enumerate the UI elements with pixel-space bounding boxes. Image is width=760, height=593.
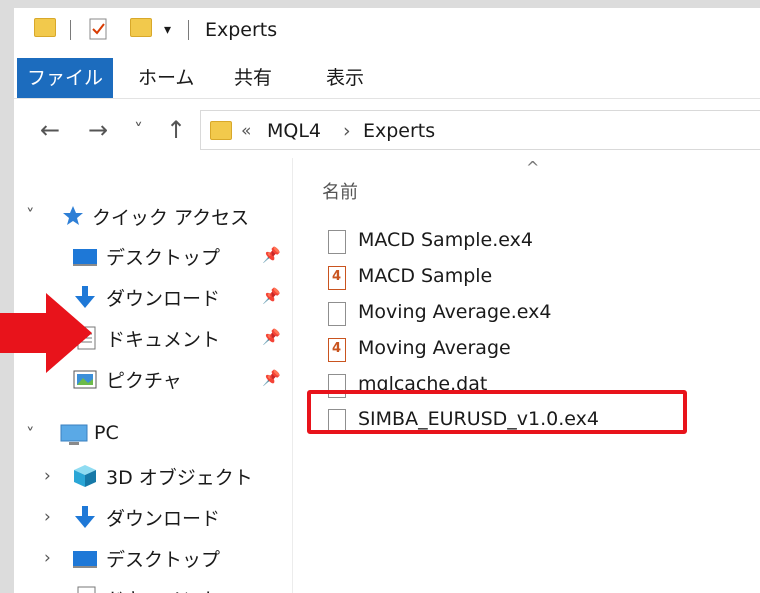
download-icon — [72, 504, 98, 530]
sidebar-item-label: ドキュメント — [106, 585, 220, 593]
pin-icon[interactable]: 📌 — [262, 246, 281, 264]
up-icon[interactable]: ↑ — [166, 116, 186, 144]
sidebar-item-label: ダウンロード — [106, 508, 221, 530]
explorer-window: ▾ Experts ファイル ホーム 共有 表示 ← → ˅ ↑ « MQL4 … — [14, 8, 760, 593]
folder-icon — [210, 121, 232, 140]
cube-icon — [72, 463, 98, 489]
file-name: MACD Sample.ex4 — [358, 229, 533, 251]
sidebar-item-pc-documents[interactable]: › ドキュメント — [14, 582, 292, 593]
sidebar-item-desktop[interactable]: デスクトップ 📌 — [14, 240, 292, 274]
pin-icon[interactable]: 📌 — [262, 328, 281, 346]
chevron-right-icon[interactable]: › — [44, 507, 51, 527]
mql4-file-icon: 4 — [328, 338, 346, 362]
annotation-arrow-icon — [0, 293, 92, 373]
tab-file[interactable]: ファイル — [17, 58, 113, 98]
sidebar-item-label: 3D オブジェクト — [106, 467, 253, 489]
pin-icon[interactable]: 📌 — [262, 287, 281, 305]
pane-divider[interactable] — [292, 158, 293, 593]
chevron-right-icon[interactable]: › — [44, 548, 51, 568]
star-icon — [60, 203, 86, 229]
window-title: Experts — [205, 19, 278, 41]
file-name: MACD Sample — [358, 265, 493, 287]
breadcrumb-mql4[interactable]: MQL4 — [267, 120, 321, 142]
chevron-down-icon[interactable]: ˅ — [26, 206, 35, 226]
customize-toolbar-dropdown-icon[interactable]: ▾ — [164, 22, 171, 38]
file-row[interactable]: Moving Average.ex4 — [328, 300, 748, 334]
tab-home[interactable]: ホーム — [134, 58, 198, 98]
chevron-right-icon[interactable]: › — [44, 466, 51, 486]
file-row[interactable]: MACD Sample.ex4 — [328, 228, 748, 262]
mql4-file-icon: 4 — [328, 266, 346, 290]
navigation-bar: ← → ˅ ↑ « MQL4 › Experts — [14, 108, 760, 152]
sidebar-item-3d-objects[interactable]: › 3D オブジェクト — [14, 460, 292, 494]
desktop-icon — [72, 243, 98, 269]
toolbar-separator — [188, 20, 189, 40]
toolbar-separator — [70, 20, 71, 40]
breadcrumb-separator: › — [343, 120, 351, 142]
sidebar-item-quick-access[interactable]: ˅ クイック アクセス — [14, 200, 292, 234]
tab-view[interactable]: 表示 — [322, 58, 368, 98]
sidebar-item-label: クイック アクセス — [92, 207, 250, 229]
sidebar-item-label: ダウンロード — [106, 288, 221, 310]
file-list: ^ 名前 MACD Sample.ex4 4 MACD Sample Movin… — [304, 158, 760, 593]
pin-icon[interactable]: 📌 — [262, 369, 281, 387]
new-folder-icon[interactable] — [130, 18, 152, 37]
sidebar-item-label: ドキュメント — [106, 329, 221, 351]
breadcrumb-overflow[interactable]: « — [241, 121, 251, 141]
back-icon[interactable]: ← — [40, 116, 60, 144]
sidebar-item-pc[interactable]: ˅ PC — [14, 419, 292, 453]
navigation-pane: ˅ クイック アクセス デスクトップ 📌 ダウンロード 📌 ドキュメント 📌 ピ… — [14, 158, 292, 593]
document-icon — [74, 585, 100, 593]
title-bar: ▾ Experts — [14, 8, 760, 54]
sidebar-item-label: ピクチャ — [106, 370, 182, 392]
tab-share[interactable]: 共有 — [230, 58, 276, 98]
sidebar-item-pc-desktop[interactable]: › デスクトップ — [14, 542, 292, 576]
highlight-box — [307, 390, 687, 434]
desktop-icon — [72, 545, 98, 571]
ribbon-divider — [14, 98, 760, 99]
file-name: Moving Average.ex4 — [358, 301, 552, 323]
recent-locations-icon[interactable]: ˅ — [134, 120, 143, 141]
pc-icon — [60, 422, 88, 448]
chevron-right-icon[interactable]: › — [44, 588, 51, 593]
breadcrumb-experts[interactable]: Experts — [363, 120, 435, 142]
chevron-down-icon[interactable]: ˅ — [26, 425, 35, 445]
folder-icon[interactable] — [34, 18, 56, 37]
file-name: Moving Average — [358, 337, 511, 359]
sidebar-item-label: デスクトップ — [106, 549, 221, 571]
file-icon — [328, 302, 346, 326]
sidebar-item-label: PC — [94, 422, 119, 444]
file-row[interactable]: 4 Moving Average — [328, 336, 748, 370]
sort-ascending-icon[interactable]: ^ — [526, 158, 539, 177]
file-row[interactable]: 4 MACD Sample — [328, 264, 748, 298]
properties-icon[interactable] — [89, 18, 109, 40]
ribbon-tabs: ファイル ホーム 共有 表示 — [14, 58, 760, 98]
column-header-name[interactable]: 名前 — [322, 178, 358, 204]
forward-icon[interactable]: → — [88, 116, 108, 144]
address-bar[interactable]: « MQL4 › Experts — [200, 110, 760, 150]
sidebar-item-label: デスクトップ — [106, 247, 221, 269]
sidebar-item-pc-downloads[interactable]: › ダウンロード — [14, 501, 292, 535]
file-icon — [328, 230, 346, 254]
